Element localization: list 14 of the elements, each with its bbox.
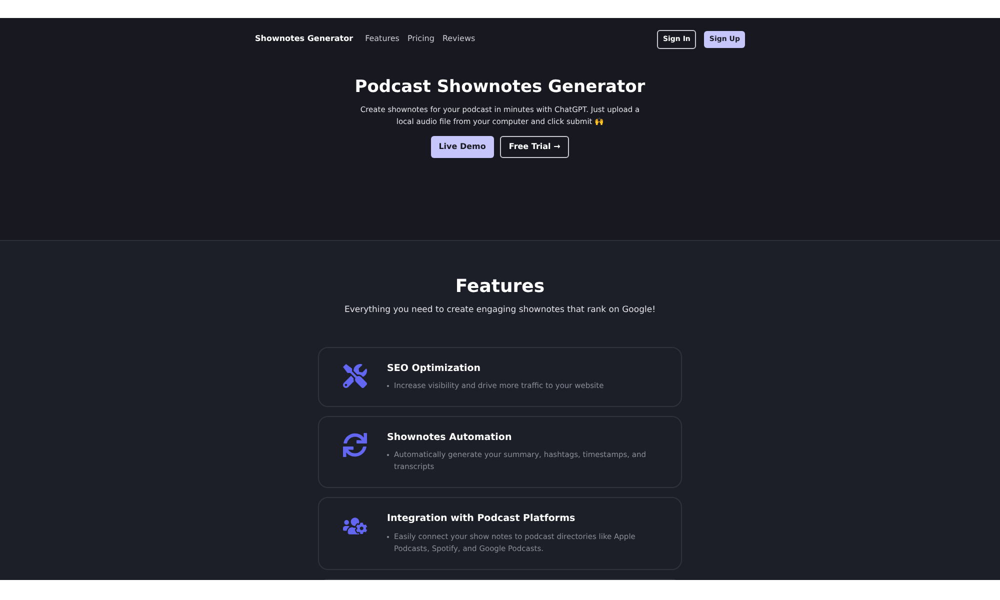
refresh-icon xyxy=(343,433,367,457)
nav-link[interactable]: Reviews xyxy=(442,33,476,46)
features-subtitle: Everything you need to create engaging shownotes that rank on Google! xyxy=(344,304,656,317)
feature-title: Integration with Podcast Platforms xyxy=(387,512,576,526)
feature-title: Shownotes Automation xyxy=(387,431,513,445)
free-trial-button[interactable]: Free Trial → xyxy=(500,136,570,158)
nav-link[interactable]: Pricing xyxy=(407,33,434,46)
tools-icon xyxy=(343,364,367,388)
feature-title: SEO Optimization xyxy=(387,362,482,376)
nav-link[interactable]: Features xyxy=(365,33,400,46)
features-title: Features xyxy=(455,275,545,299)
live-demo-button[interactable]: Live Demo xyxy=(430,136,494,158)
hero-title: Podcast Shownotes Generator xyxy=(354,76,646,98)
brand-name[interactable]: Shownotes Generator xyxy=(255,33,354,46)
